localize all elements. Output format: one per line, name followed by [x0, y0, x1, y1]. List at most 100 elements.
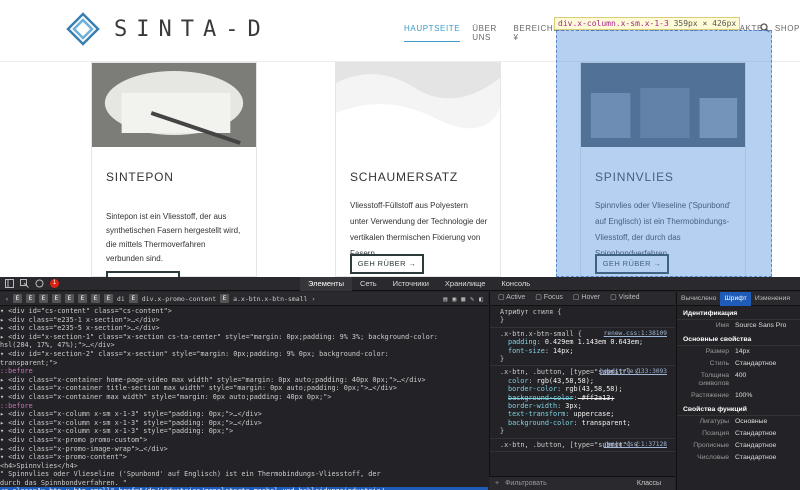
breadcrumb-element-icon[interactable]: E: [77, 294, 87, 303]
dom-node-row[interactable]: ▾ <div id="x-section-2" class="x-section…: [0, 350, 488, 359]
dom-node-row[interactable]: ▸ <div class="e235-1 x-section">…</div>: [0, 316, 488, 325]
breadcrumb-element-icon[interactable]: E: [220, 294, 230, 303]
error-badge[interactable]: 1: [50, 279, 59, 288]
pick-element-icon[interactable]: [20, 279, 29, 288]
devtools-tab[interactable]: Источники: [385, 277, 437, 291]
section-basic-properties[interactable]: Основные свойства: [677, 332, 800, 346]
dom-node-row[interactable]: ▸ <div class="x-promo-image-wrap">…</div…: [0, 445, 488, 454]
breadcrumb-element-icon[interactable]: E: [128, 294, 138, 303]
grid-icon[interactable]: ▦: [461, 295, 465, 303]
print-icon[interactable]: ▤: [443, 295, 447, 303]
style-attribute-rule[interactable]: Атрибут стиля { }: [490, 306, 675, 328]
dom-node-row[interactable]: ▾ <div class="x-container max width" sty…: [0, 393, 488, 402]
css-declaration[interactable]: font-size: 14px;: [500, 347, 669, 355]
breadcrumb-item[interactable]: div.x-promo-content: [142, 295, 216, 303]
card-button[interactable]: GEH RÜBER →: [350, 254, 424, 274]
nav-item[interactable]: ÜBER UNS: [472, 24, 501, 42]
css-rule[interactable]: headstyle:133:3093 .x-btn, .button, [type…: [490, 366, 675, 439]
property-row: Числовые Стандартное: [677, 452, 800, 464]
breadcrumb-item[interactable]: a.x-btn.x-btn-small: [233, 295, 307, 303]
property-value[interactable]: 400: [735, 372, 746, 388]
breadcrumb-element-icon[interactable]: E: [90, 294, 100, 303]
dom-node-row[interactable]: ▾ <div id="cs-content" class="cs-content…: [0, 307, 488, 316]
pseudo-class-toggle[interactable]: ▢ Visited: [610, 294, 639, 302]
dock-icon[interactable]: [5, 279, 14, 288]
breadcrumb-element-icon[interactable]: E: [51, 294, 61, 303]
side-tab[interactable]: Вычислено: [677, 292, 720, 306]
css-declaration[interactable]: text-transform: uppercase;: [500, 410, 669, 418]
dom-node-row[interactable]: ▸ <div class="x-container home-page-vide…: [0, 376, 488, 385]
section-feature-properties[interactable]: Свойства функций: [677, 402, 800, 416]
responsive-icon[interactable]: [35, 279, 44, 288]
eyedropper-icon[interactable]: ✎: [470, 295, 474, 303]
dom-node-row[interactable]: transparent;">: [0, 359, 488, 368]
dom-node-row[interactable]: ▸ <div class="x-column x-sm x-1-3" style…: [0, 410, 488, 419]
rule-source-link[interactable]: headstyle:133:3093: [600, 368, 667, 376]
classes-button[interactable]: Классы: [637, 480, 675, 487]
dom-node-row[interactable]: ▸ <div id="x-section-1" class="x-section…: [0, 333, 488, 342]
devtools-tab[interactable]: Элементы: [300, 276, 352, 291]
rule-source-link[interactable]: renew.css:1:38109: [604, 330, 667, 338]
property-value[interactable]: 14px: [735, 348, 750, 356]
devtools-tab[interactable]: Сеть: [352, 277, 385, 291]
dom-node-row[interactable]: ▾ <div class="x-promo-content">: [0, 453, 488, 462]
dom-node-row[interactable]: hsl(204, 17%, 47%);">…</div>: [0, 341, 488, 350]
css-declaration[interactable]: background-color: transparent;: [500, 419, 669, 427]
dom-node-row[interactable]: ▸ <div class="x-container title-section …: [0, 384, 488, 393]
dom-node-row[interactable]: ::before: [0, 367, 488, 376]
filter-input[interactable]: Фильтровать: [505, 480, 631, 487]
property-value[interactable]: Основные: [735, 418, 767, 426]
breadcrumb-element-icon[interactable]: E: [38, 294, 48, 303]
screenshot-icon[interactable]: ▣: [452, 295, 456, 303]
css-declaration[interactable]: border-width: 3px;: [500, 402, 669, 410]
dom-node-row[interactable]: ▸ <div class="e235-5 x-section">…</div>: [0, 324, 488, 333]
pseudo-class-toggle[interactable]: ▢ Active: [498, 294, 525, 302]
inspector-tooltip-size: 359px × 426px: [673, 19, 737, 28]
breadcrumb-item[interactable]: di: [117, 295, 125, 303]
css-declaration[interactable]: padding: 0.429em 1.143em 0.643em;: [500, 338, 669, 346]
css-declaration[interactable]: border-color: rgb(43,58,58);: [500, 385, 669, 393]
product-card-schaumersatz: SCHAUMERSATZ Vliesstoff-Füllstoff aus Po…: [335, 62, 501, 277]
dom-node-row[interactable]: ▸ <div class="x-column x-sm x-1-3" style…: [0, 419, 488, 428]
breadcrumb-back-icon[interactable]: ‹: [5, 295, 9, 303]
nav-item[interactable]: HAUPTSEITE: [404, 24, 461, 42]
dom-node-row[interactable]: durch das Spinnbondverfahren. ": [0, 479, 488, 488]
breadcrumb-element-icon[interactable]: E: [12, 294, 22, 303]
side-tab[interactable]: Шрифт: [720, 292, 751, 306]
css-declaration[interactable]: background-color: #ff2a13;: [500, 394, 669, 402]
pseudo-class-toggle[interactable]: ▢ Focus: [535, 294, 563, 302]
pseudo-class-toggle[interactable]: ▢ Hover: [573, 294, 600, 302]
rule-source-link[interactable]: renew.css:1:37128: [604, 441, 667, 449]
nav-item[interactable]: SHOP: [775, 24, 800, 42]
logo[interactable]: SINTA-D: [66, 12, 270, 46]
property-key: Стиль: [709, 360, 729, 367]
add-rule-icon[interactable]: +: [495, 480, 499, 487]
breadcrumb-element-icon[interactable]: E: [103, 294, 113, 303]
dom-node-row[interactable]: ▾ <div class="x-column x-sm x-1-3" style…: [0, 427, 488, 436]
dom-node-row[interactable]: <h4>Spinnvlies</h4>: [0, 462, 488, 471]
property-value[interactable]: Стандартное: [735, 360, 776, 368]
card-title: SCHAUMERSATZ: [350, 170, 459, 184]
devtools-tab[interactable]: Консоль: [493, 277, 538, 291]
devtools-tab[interactable]: Хранилище: [437, 277, 494, 291]
css-property-name: border-color: [508, 385, 558, 394]
breadcrumb-element-icon[interactable]: E: [25, 294, 35, 303]
property-value[interactable]: Стандартное: [735, 430, 776, 438]
breadcrumb-forward-icon[interactable]: ›: [311, 295, 315, 303]
feature-properties-list: Лигатуры Основные Позиция Стандартное Пропис…: [677, 416, 800, 464]
card-image: [92, 63, 256, 147]
dom-node-row[interactable]: ▾ <div class="x-promo promo-custom">: [0, 436, 488, 445]
dom-node-row[interactable]: " Spinnvlies oder Vlieseline ('Spunbond'…: [0, 470, 488, 479]
property-value[interactable]: 100%: [735, 392, 752, 400]
css-declaration[interactable]: color: rgb(43,58,58);: [500, 377, 669, 385]
dom-node-row[interactable]: ::before: [0, 402, 488, 411]
property-value[interactable]: Стандартное: [735, 454, 776, 462]
breadcrumb-element-icon[interactable]: E: [64, 294, 74, 303]
section-identification[interactable]: Идентификация: [677, 306, 800, 320]
css-rule[interactable]: renew.css:1:38109 .x-btn.x-btn-small {pad…: [490, 328, 675, 367]
inspector-tooltip: div.x-column.x-sm.x-1-3 359px × 426px: [554, 17, 741, 30]
layout-icon[interactable]: ◧: [479, 295, 483, 303]
property-value[interactable]: Стандартное: [735, 442, 776, 450]
side-tab[interactable]: Изменения: [751, 292, 794, 306]
css-rule[interactable]: renew.css:1:37128 .x-btn, .button, [type=…: [490, 439, 675, 453]
